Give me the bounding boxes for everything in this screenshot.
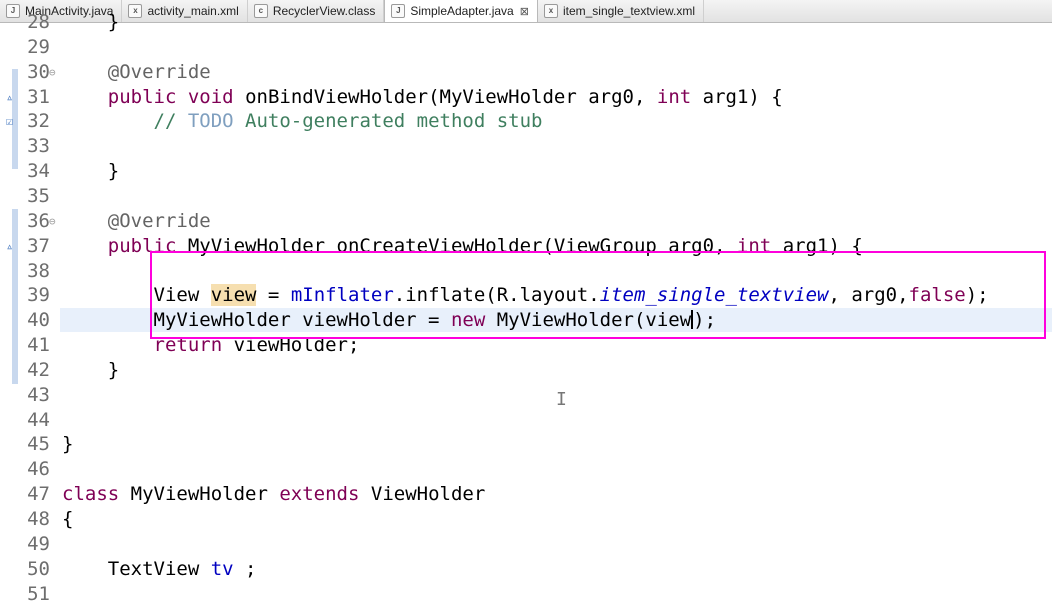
code-text[interactable]: @Override [62,209,211,234]
line-number: 35 [27,184,50,207]
code-line: 42 } [0,358,1052,383]
code-line: 45} [0,432,1052,457]
code-token: class [62,483,120,506]
code-token: arg1) { [691,85,783,108]
code-token: TextView [62,557,211,580]
code-line: 31 ▵ public void onBindViewHolder(MyViewH… [0,85,1052,110]
line-number: 32 [27,110,50,133]
code-line: 47 class MyViewHolder extends ViewHolder [0,482,1052,507]
code-token: } [62,433,74,456]
line-number: 37 [27,234,50,257]
code-token: TODO [187,110,234,133]
code-line: 44 [0,408,1052,433]
code-text[interactable]: } [62,358,119,383]
line-number: 40 [27,309,50,332]
code-token: // [153,110,188,133]
code-token: { [62,508,74,530]
code-line: 51 [0,582,1052,607]
text-cursor-icon: I [556,389,567,410]
code-token: @Override [107,60,211,83]
code-line: 34 } [0,159,1052,184]
line-number: 28 [27,11,50,33]
code-line: 29 [0,35,1052,60]
code-line: 46 [0,457,1052,482]
code-line: 43 [0,383,1052,408]
line-number: 51 [27,582,50,605]
code-line: 50 TextView tv ; [0,557,1052,582]
line-number: 31 [27,85,50,108]
code-token: } [62,160,120,183]
override-marker-icon[interactable]: ▵ [6,234,13,259]
code-line: 33 [0,134,1052,159]
override-marker-icon[interactable]: ▵ [6,85,13,110]
code-token: extends [279,483,360,506]
code-text[interactable]: class MyViewHolder extends ViewHolder [62,482,485,507]
line-number: 43 [27,383,50,406]
code-token: void [187,85,234,108]
line-number: 44 [27,408,50,431]
fold-toggle-icon[interactable]: ⊖ [49,60,56,85]
line-number: 29 [27,35,50,58]
line-number: 33 [27,135,50,158]
code-token: public [107,85,177,108]
line-number: 48 [27,508,50,530]
code-line: 48 { [0,507,1052,532]
line-number: 50 [27,557,50,580]
code-token: Auto-generated method stub [233,110,543,133]
task-marker-icon[interactable]: ☑ [6,109,13,134]
line-number: 39 [27,284,50,307]
code-line: 30 ⊖ @Override [0,60,1052,85]
code-text[interactable]: @Override [62,60,211,85]
fold-toggle-icon[interactable]: ⊖ [49,209,56,234]
code-text[interactable]: } [62,10,119,35]
line-number: 45 [27,433,50,456]
line-number: 38 [27,259,50,282]
code-text[interactable]: public void onBindViewHolder(MyViewHolde… [62,85,783,110]
code-token: onBindViewHolder(MyViewHolder arg0, [233,85,657,108]
code-token: ; [233,557,257,580]
code-line: 35 [0,184,1052,209]
code-token: } [62,358,120,381]
line-number: 36 [27,209,50,232]
code-text[interactable]: } [62,159,119,184]
code-line: 49 [0,532,1052,557]
line-number: 42 [27,358,50,381]
code-line: 32 ☑ // TODO Auto-generated method stub [0,109,1052,134]
code-line: 28 } [0,10,1052,35]
highlight-box [150,251,1046,339]
code-token: ViewHolder [359,483,486,506]
code-token: tv [210,557,234,580]
line-number: 49 [27,532,50,555]
line-number: 46 [27,458,50,481]
code-token: @Override [107,209,211,232]
code-token: MyViewHolder [119,483,280,506]
line-number: 30 [27,60,50,83]
code-line: 36 ⊖ @Override [0,209,1052,234]
code-text[interactable]: } [62,432,73,457]
code-text[interactable]: // TODO Auto-generated method stub [62,109,543,134]
line-number: 34 [27,160,50,183]
code-text[interactable]: TextView tv ; [62,557,257,582]
line-number: 47 [27,483,50,506]
line-number: 41 [27,334,50,357]
code-text[interactable]: { [62,507,73,532]
code-token: } [62,11,120,33]
code-token: int [656,85,692,108]
